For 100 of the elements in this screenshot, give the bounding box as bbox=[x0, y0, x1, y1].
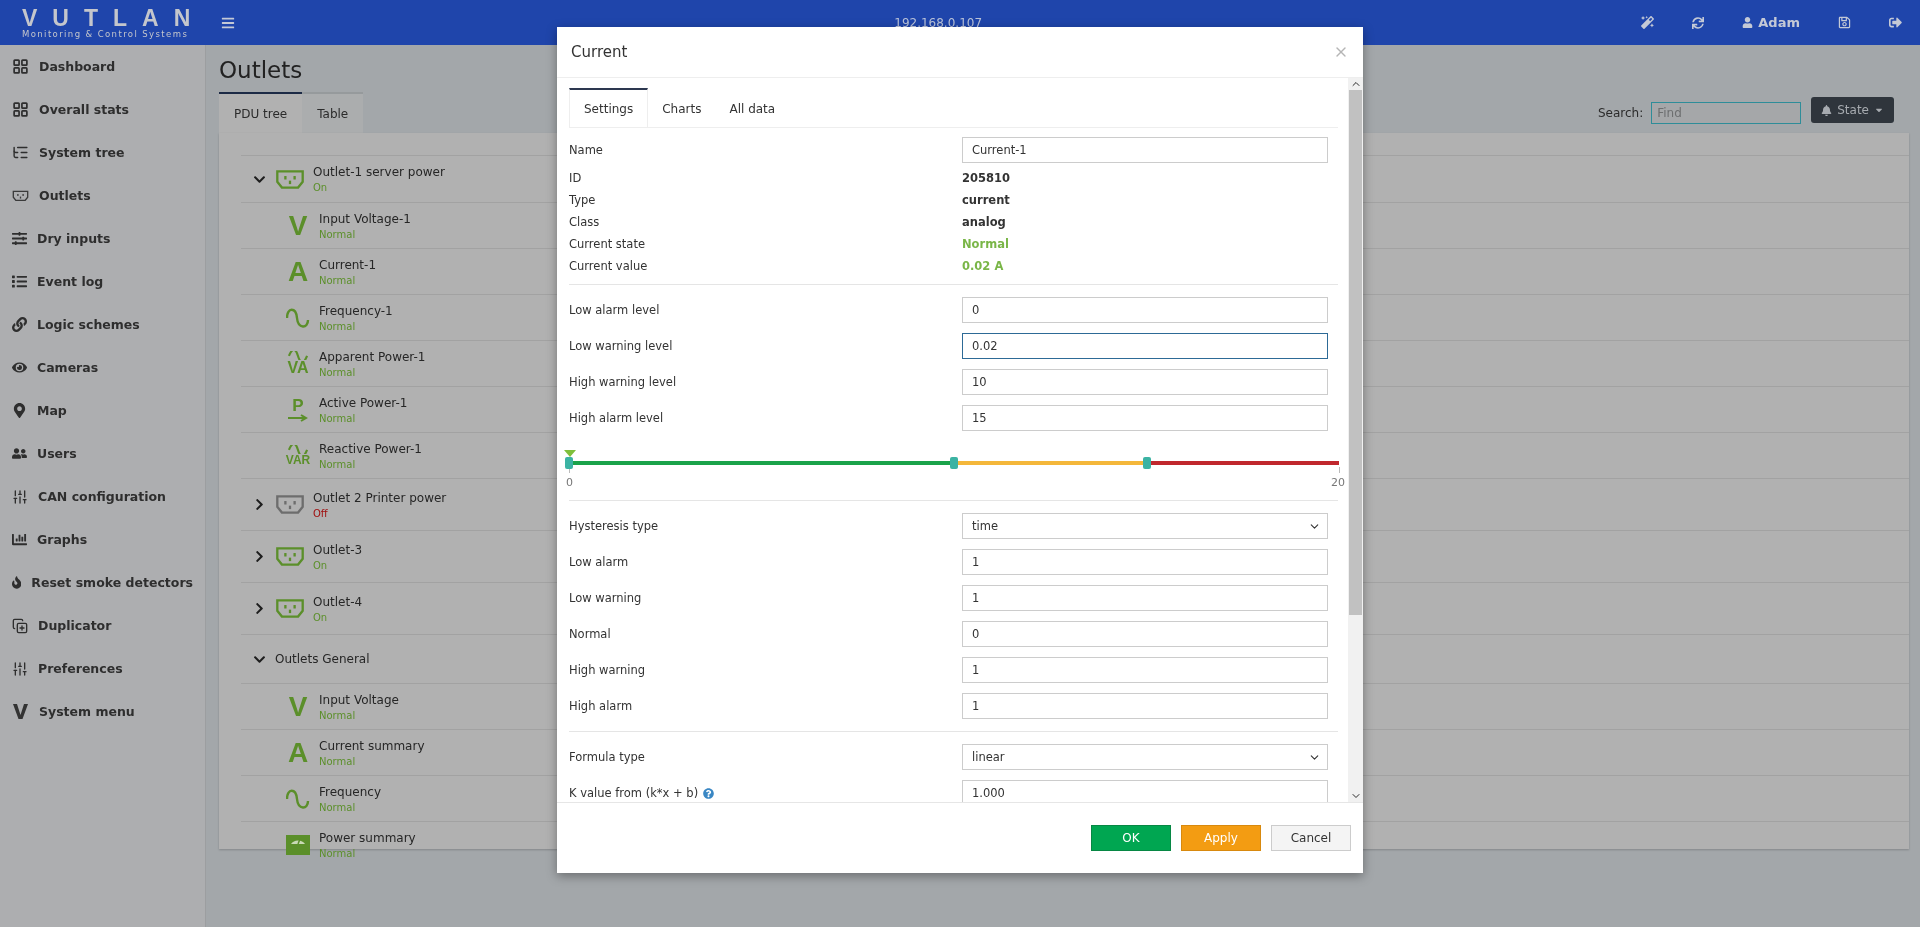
sidebar-item[interactable]: Dashboard bbox=[0, 45, 205, 88]
tree-node-name[interactable]: Outlet 2 Printer power bbox=[313, 490, 447, 505]
grid-icon bbox=[12, 101, 29, 118]
search-field[interactable]: Find bbox=[1651, 101, 1802, 124]
sine-wave-icon bbox=[286, 306, 310, 329]
sensor-status: Normal bbox=[319, 228, 357, 240]
outlet-icon bbox=[275, 494, 305, 515]
dialog-button[interactable]: Cancel bbox=[1271, 825, 1351, 851]
field-value: 0.02 A bbox=[962, 259, 1004, 273]
link-icon bbox=[12, 317, 27, 332]
slider-handle[interactable] bbox=[1142, 457, 1151, 469]
sensor-name[interactable]: Power summary bbox=[319, 830, 416, 845]
field-label: High alarm level bbox=[569, 411, 664, 425]
sine-wave-icon bbox=[286, 787, 310, 810]
field-label: Current state bbox=[569, 237, 645, 251]
tab[interactable]: Table bbox=[302, 92, 364, 133]
sidebar-item[interactable]: System menu bbox=[0, 690, 205, 733]
sensor-name[interactable]: Active Power-1 bbox=[319, 395, 408, 410]
sidebar-item[interactable]: Duplicator bbox=[0, 604, 205, 647]
tree-node-name[interactable]: Outlet-3 bbox=[313, 542, 363, 557]
unit-symbol: V bbox=[287, 211, 309, 240]
field-label: Hysteresis type bbox=[569, 519, 659, 533]
tab[interactable]: PDU tree bbox=[219, 92, 303, 133]
logo: VUTLAN bbox=[22, 6, 197, 29]
user-button[interactable]: Adam bbox=[1738, 11, 1804, 34]
field-label: High warning level bbox=[569, 375, 677, 389]
sidebar-item[interactable]: Preferences bbox=[0, 647, 205, 690]
input-field[interactable]: 0 bbox=[962, 621, 1328, 647]
user-icon bbox=[1742, 17, 1754, 28]
sensor-name[interactable]: Reactive Power-1 bbox=[319, 441, 422, 456]
field-label: ID bbox=[569, 171, 582, 185]
slider-handle[interactable] bbox=[565, 457, 573, 469]
logout-icon bbox=[1889, 16, 1902, 29]
sidebar-item[interactable]: CAN configuration bbox=[0, 475, 205, 518]
field-value: Normal bbox=[962, 237, 1009, 251]
tree-node-name[interactable]: Outlet-1 server power bbox=[313, 165, 445, 179]
grid-icon bbox=[12, 58, 29, 75]
input-field[interactable]: Current-1 bbox=[962, 136, 1328, 163]
field-label: Current value bbox=[569, 259, 648, 273]
unit-symbol: V bbox=[287, 692, 309, 721]
field-value: analog bbox=[962, 215, 1006, 229]
input-field[interactable]: 1.000 bbox=[962, 780, 1328, 802]
sensor-name[interactable]: Frequency-1 bbox=[319, 303, 393, 318]
input-field[interactable]: 10 bbox=[962, 369, 1328, 395]
sensor-status: Normal bbox=[319, 755, 357, 767]
device-address: 192.168.0.107 bbox=[893, 15, 984, 30]
map-pin-icon bbox=[12, 403, 27, 418]
sidebar-item[interactable]: Users bbox=[0, 432, 205, 475]
input-field[interactable]: 1 bbox=[962, 693, 1328, 719]
sensor-status: Normal bbox=[319, 709, 357, 721]
page-title: Outlets bbox=[219, 57, 304, 83]
sensor-name[interactable]: Input Voltage-1 bbox=[319, 211, 411, 226]
tree-node-name[interactable]: Outlets General bbox=[275, 652, 370, 666]
input-field[interactable]: 1 bbox=[962, 549, 1328, 575]
menu-icon bbox=[221, 15, 235, 30]
magic-wand-icon bbox=[1641, 16, 1655, 29]
field-label: High warning bbox=[569, 663, 646, 677]
sidebar-item[interactable]: Reset smoke detectors bbox=[0, 561, 205, 604]
field-label: Formula type bbox=[569, 750, 645, 764]
node-status: Off bbox=[313, 507, 329, 519]
unit-symbol: A bbox=[286, 257, 310, 286]
tree-node-name[interactable]: Outlet-4 bbox=[313, 594, 363, 609]
sensor-name[interactable]: Current-1 bbox=[319, 257, 377, 272]
input-field[interactable]: 1 bbox=[962, 657, 1328, 683]
tab[interactable]: Settings bbox=[569, 88, 649, 127]
tree-icon bbox=[12, 144, 29, 161]
sensor-name[interactable]: Frequency bbox=[319, 784, 381, 799]
sensor-name[interactable]: Apparent Power-1 bbox=[319, 349, 426, 364]
input-field[interactable]: 0.02 bbox=[962, 333, 1328, 359]
slider-handle[interactable] bbox=[950, 457, 958, 469]
input-field[interactable]: 15 bbox=[962, 405, 1328, 431]
sensor-name[interactable]: Current summary bbox=[319, 738, 425, 753]
scale-max: 20 bbox=[1331, 476, 1345, 489]
sidebar-item[interactable]: Dry inputs bbox=[0, 217, 205, 260]
field-label: Low alarm level bbox=[569, 303, 660, 317]
outlet-icon bbox=[275, 598, 305, 619]
field-label: Low alarm bbox=[569, 555, 629, 569]
field-label: K value from (k*x + b) bbox=[569, 786, 699, 800]
v-logo-icon bbox=[12, 703, 29, 720]
field-label: Type bbox=[569, 193, 596, 207]
scrollbar-thumb[interactable] bbox=[1349, 90, 1362, 615]
sidebar-item[interactable]: Outlets bbox=[0, 174, 205, 217]
select-field[interactable]: linear bbox=[962, 744, 1328, 770]
state-dropdown-button[interactable]: State bbox=[1811, 97, 1894, 123]
sidebar-item[interactable]: Event log bbox=[0, 260, 205, 303]
help-icon[interactable] bbox=[703, 787, 715, 799]
input-field[interactable]: 1 bbox=[962, 585, 1328, 611]
input-field[interactable]: 0 bbox=[962, 297, 1328, 323]
sensor-name[interactable]: Input Voltage bbox=[319, 692, 399, 707]
select-field[interactable]: time bbox=[962, 513, 1328, 539]
field-label: Normal bbox=[569, 627, 611, 641]
sidebar-item[interactable]: Cameras bbox=[0, 346, 205, 389]
field-label: Low warning bbox=[569, 591, 642, 605]
node-status: On bbox=[313, 611, 329, 623]
sidebar-item[interactable]: Overall stats bbox=[0, 88, 205, 131]
sidebar-item[interactable]: System tree bbox=[0, 131, 205, 174]
sidebar-item[interactable]: Map bbox=[0, 389, 205, 432]
sidebar-item[interactable]: Graphs bbox=[0, 518, 205, 561]
copy-plus-icon bbox=[12, 617, 28, 634]
sidebar-item[interactable]: Logic schemes bbox=[0, 303, 205, 346]
